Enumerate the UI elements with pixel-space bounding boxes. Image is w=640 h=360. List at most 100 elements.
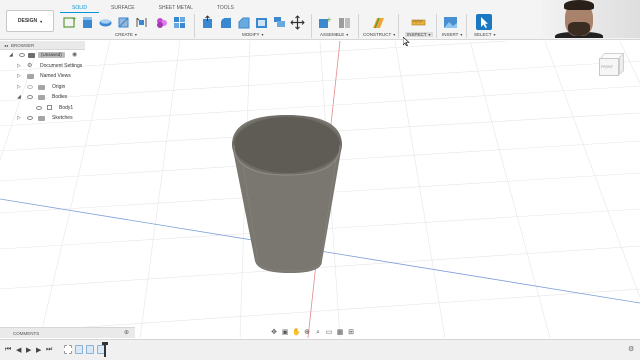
mouse-cursor-icon [403,37,410,46]
select-icon[interactable] [476,14,492,30]
extrude-icon[interactable] [80,15,95,30]
visibility-eye-icon[interactable] [19,53,25,57]
chevron-down-icon: ▾ [261,32,264,37]
go-to-end-icon[interactable]: ⏭ [46,346,52,354]
fillet-icon[interactable] [218,15,233,30]
tree-root[interactable]: ◢ (Unsaved) ◉ [0,50,85,61]
tree-item-label: Sketches [52,115,73,122]
svg-text:+: + [326,16,332,24]
select-menu[interactable]: SELECT ▾ [474,32,496,37]
move-copy-icon[interactable] [290,15,305,30]
expand-right-icon[interactable]: ▷ [17,115,21,121]
combine-icon[interactable] [272,15,287,30]
assemble-menu[interactable]: ASSEMBLE ▾ [320,32,348,37]
toolbar-separator [398,14,399,38]
expand-right-icon[interactable]: ▷ [17,84,21,90]
modify-menu[interactable]: MODIFY ▾ [242,32,264,37]
joint-icon[interactable] [337,15,352,30]
zoom-icon[interactable]: ⊕ [303,329,311,337]
create-menu-label: CREATE [115,32,133,37]
browser-header[interactable]: ◂◂ BROWSER [0,41,85,50]
navigation-bar: ✥ ▣ ✋ ⊕ ⌕ ▭ ▦ ⊞ [270,327,382,338]
tree-item-sketches[interactable]: ▷ Sketches [0,113,85,124]
insert-image-icon[interactable] [443,15,458,30]
toolbar-separator [358,14,359,38]
sweep-icon[interactable] [116,15,131,30]
tree-item-body1[interactable]: Body1 [0,103,85,114]
expand-right-icon[interactable]: ▷ [17,63,21,69]
grid-settings-icon[interactable]: ▦ [336,329,344,337]
tree-item-document-settings[interactable]: ▷ ⚙ Document Settings [0,61,85,72]
folder-icon [38,95,45,100]
radio-icon[interactable]: ◉ [72,51,77,58]
tab-solid[interactable]: SOLID [60,4,100,13]
revolve-icon[interactable] [98,15,113,30]
timeline-sketch-item[interactable] [64,345,72,354]
construct-menu[interactable]: CONSTRUCT ▾ [363,32,395,37]
timeline-revolve-item[interactable] [86,345,94,354]
folder-icon [38,84,45,90]
step-forward-icon[interactable]: ▶ [36,346,41,354]
display-settings-icon[interactable]: ▭ [325,329,333,337]
chamfer-icon[interactable] [236,15,251,30]
expand-down-icon[interactable]: ◢ [17,94,21,100]
press-pull-icon[interactable] [200,15,215,30]
visibility-eye-icon[interactable] [27,95,33,99]
comments-panel[interactable]: COMMENTS ⊕ [0,327,135,338]
create-form-icon[interactable] [154,15,169,30]
visibility-eye-icon[interactable] [36,105,42,110]
expand-right-icon[interactable]: ▷ [17,73,21,79]
assemble-menu-label: ASSEMBLE [320,32,345,37]
step-back-icon[interactable]: ◀ [16,346,21,354]
tab-surface[interactable]: SURFACE [99,4,147,13]
timeline-playhead[interactable] [102,342,108,357]
viewcube[interactable]: FRONT [596,50,626,80]
tree-item-bodies[interactable]: ◢ Bodies [0,92,85,103]
pan-icon[interactable]: ✋ [292,329,301,337]
tab-sheet-metal[interactable]: SHEET METAL [147,4,205,13]
webcam-person-beard [568,22,590,36]
tree-item-origin[interactable]: ▷ Origin [0,82,85,93]
zoom-window-icon[interactable]: ⌕ [314,329,322,337]
tree-item-label: Document Settings [40,62,83,69]
gear-icon[interactable]: ⚙ [628,345,634,353]
webcam-overlay [541,0,640,38]
create-menu[interactable]: CREATE ▾ [115,32,137,37]
add-comment-icon[interactable]: ⊕ [124,329,129,336]
insert-menu-label: INSERT [442,32,459,37]
offset-plane-icon[interactable] [371,15,386,30]
go-to-start-icon[interactable]: ⏮ [5,346,11,354]
tab-tools[interactable]: TOOLS [205,4,246,13]
comments-label: COMMENTS [13,330,40,336]
pattern-icon[interactable] [172,15,187,30]
document-icon [28,52,35,58]
timeline-bar: ⏮ ◀ ▶ ▶ ⏭ ⚙ [0,339,640,360]
visibility-eye-icon[interactable] [27,116,33,120]
viewcube-right-face[interactable] [619,52,624,76]
shell-icon[interactable] [254,15,269,30]
timeline-extrude-item[interactable] [75,345,83,354]
tree-item-named-views[interactable]: ▷ Named Views [0,71,85,82]
modify-menu-label: MODIFY [242,32,260,37]
orbit-icon[interactable]: ✥ [270,329,278,337]
loft-icon[interactable] [134,15,149,30]
look-at-icon[interactable]: ▣ [281,329,289,337]
expand-down-icon[interactable]: ◢ [9,52,13,58]
viewports-icon[interactable]: ⊞ [347,329,355,337]
cup-body[interactable] [232,115,342,273]
new-component-icon[interactable]: + [317,15,332,30]
new-sketch-icon[interactable]: + [62,15,77,30]
chevron-down-icon: ▾ [428,32,431,37]
browser-panel: ◂◂ BROWSER ◢ (Unsaved) ◉ ▷ ⚙ Document Se… [0,41,85,131]
play-icon[interactable]: ▶ [26,346,31,354]
collapse-icon[interactable]: ◂◂ [4,43,8,48]
model-canvas[interactable] [0,41,640,338]
measure-icon[interactable] [411,15,426,30]
chevron-down-icon: ▾ [393,32,396,37]
chevron-down-icon: ▾ [346,32,349,37]
svg-text:+: + [72,16,77,23]
insert-menu[interactable]: INSERT ▾ [442,32,462,37]
hidden-eye-icon[interactable] [27,84,33,89]
workspace-switcher[interactable]: DESIGN ▾ [6,10,54,32]
viewcube-label: FRONT [601,65,614,69]
